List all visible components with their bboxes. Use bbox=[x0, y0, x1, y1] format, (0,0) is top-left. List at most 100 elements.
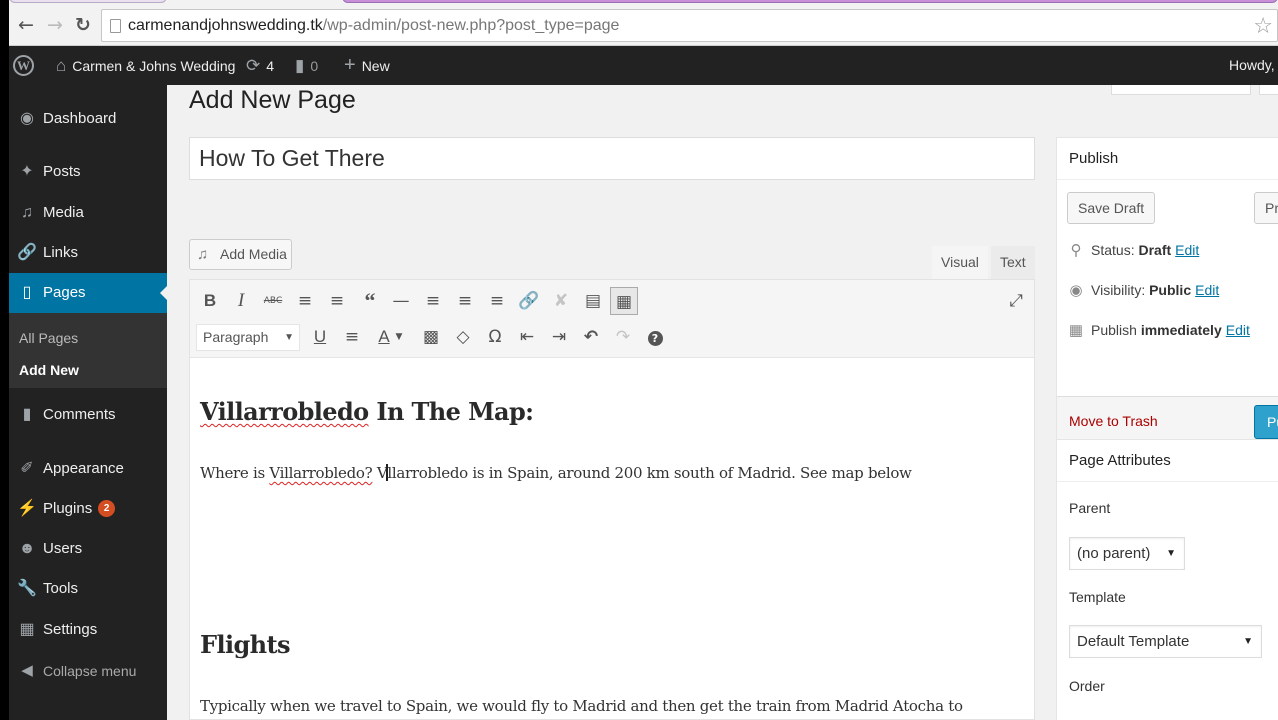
publish-box-title: Publish bbox=[1057, 138, 1278, 180]
justify-icon[interactable]: ≡ bbox=[338, 323, 366, 351]
indent-icon[interactable]: ⇥ bbox=[545, 323, 573, 351]
brush-icon: ✐ bbox=[20, 460, 34, 477]
edit-publish-time-link[interactable]: Edit bbox=[1226, 322, 1250, 338]
blockquote-icon[interactable]: “ bbox=[356, 287, 384, 315]
help-tab[interactable] bbox=[1259, 85, 1278, 95]
outdent-icon[interactable]: ⇤ bbox=[513, 323, 541, 351]
bold-icon[interactable]: B bbox=[196, 287, 224, 315]
url-text: carmenandjohnswedding.tk/wp-admin/post-n… bbox=[128, 17, 620, 34]
toolbar-toggle-icon[interactable]: ▦ bbox=[610, 287, 638, 315]
reload-icon[interactable]: ↻ bbox=[72, 14, 94, 36]
edit-visibility-link[interactable]: Edit bbox=[1195, 282, 1219, 298]
sidebar-item-tools[interactable]: 🔧 Tools bbox=[9, 569, 167, 609]
edit-status-link[interactable]: Edit bbox=[1175, 242, 1199, 258]
wordpress-logo-icon[interactable]: W bbox=[13, 55, 34, 76]
paste-text-icon[interactable]: ▩ bbox=[417, 323, 445, 351]
calendar-icon: ▦ bbox=[1068, 322, 1084, 339]
sidebar-item-links[interactable]: 🔗 Links bbox=[9, 233, 167, 273]
browser-tab[interactable] bbox=[9, 0, 167, 3]
settings-icon: ▦ bbox=[19, 621, 35, 638]
italic-icon[interactable]: I bbox=[227, 287, 255, 315]
content-paragraph: Where is Villarrobledo? Vllarrobledo is … bbox=[200, 464, 912, 482]
tab-text[interactable]: Text bbox=[991, 246, 1035, 279]
move-to-trash-link[interactable]: Move to Trash bbox=[1069, 413, 1158, 429]
admin-bar-comments[interactable]: ▮ 0 bbox=[295, 46, 318, 85]
sidebar-item-posts[interactable]: ✦ Posts bbox=[9, 152, 167, 192]
sidebar-item-media[interactable]: ♫ Media bbox=[9, 193, 167, 233]
page-attributes-box: Page Attributes Parent (no parent) ▼ Temp… bbox=[1056, 439, 1278, 720]
page-attributes-title: Page Attributes bbox=[1057, 440, 1278, 482]
horizontal-line-icon[interactable]: — bbox=[387, 287, 415, 315]
link-icon[interactable]: 🔗 bbox=[515, 287, 543, 315]
post-title-input[interactable]: How To Get There bbox=[189, 137, 1035, 180]
collapse-menu-button[interactable]: ◀ Collapse menu bbox=[9, 651, 167, 691]
align-left-icon[interactable]: ≡ bbox=[419, 287, 447, 315]
content-editor: B I ABC ≡ ≡ “ — ≡ ≡ ≡ 🔗 ✘ ▤ ▦ ⤢ Paragrap… bbox=[189, 279, 1035, 720]
read-more-icon[interactable]: ▤ bbox=[579, 287, 607, 315]
sidebar-item-users[interactable]: ☻ Users bbox=[9, 529, 167, 569]
submenu-all-pages[interactable]: All Pages bbox=[19, 330, 78, 346]
spelling-error: Villarrobledo? bbox=[269, 464, 373, 482]
save-draft-button[interactable]: Save Draft bbox=[1067, 192, 1156, 224]
star-icon[interactable]: ☆ bbox=[1253, 14, 1273, 39]
template-select[interactable]: Default Template ▼ bbox=[1069, 625, 1262, 658]
submenu-add-new[interactable]: Add New bbox=[19, 362, 79, 378]
browser-tab-active[interactable] bbox=[342, 0, 1278, 3]
wrench-icon: 🔧 bbox=[17, 580, 37, 597]
fullscreen-icon[interactable]: ⤢ bbox=[1002, 287, 1030, 315]
undo-icon[interactable]: ↶ bbox=[577, 323, 605, 351]
special-character-icon[interactable]: Ω bbox=[481, 323, 509, 351]
forward-arrow-icon[interactable]: → bbox=[44, 14, 66, 36]
preview-button[interactable]: Preview bbox=[1254, 192, 1278, 224]
admin-bar: W ⌂ Carmen & Johns Wedding ⟳ 4 ▮ 0 + New How… bbox=[9, 46, 1278, 85]
align-center-icon[interactable]: ≡ bbox=[451, 287, 479, 315]
pages-icon: ▯ bbox=[22, 284, 32, 301]
unlink-icon[interactable]: ✘ bbox=[547, 287, 575, 315]
admin-bar-new[interactable]: + New bbox=[344, 46, 390, 85]
text-color-dropdown-icon[interactable]: ▼ bbox=[392, 323, 406, 351]
parent-select[interactable]: (no parent) ▼ bbox=[1069, 537, 1185, 570]
updates-icon: ⟳ bbox=[246, 56, 261, 75]
publish-button[interactable]: Publish bbox=[1254, 405, 1278, 439]
plus-icon: + bbox=[344, 54, 356, 76]
eye-icon: ◉ bbox=[1069, 282, 1083, 299]
strikethrough-icon[interactable]: ABC bbox=[259, 287, 287, 315]
sidebar-item-plugins[interactable]: ⚡ Plugins 2 bbox=[9, 489, 167, 529]
publish-time: ▦ Publish immediately Edit bbox=[1068, 322, 1250, 339]
media-icon: ♫ bbox=[197, 246, 209, 263]
align-right-icon[interactable]: ≡ bbox=[483, 287, 511, 315]
admin-bar-updates[interactable]: ⟳ 4 bbox=[246, 46, 274, 85]
link-icon: 🔗 bbox=[17, 244, 37, 261]
sidebar-item-appearance[interactable]: ✐ Appearance bbox=[9, 449, 167, 489]
tab-visual[interactable]: Visual bbox=[932, 246, 988, 279]
admin-bar-site-name[interactable]: ⌂ Carmen & Johns Wedding bbox=[56, 46, 235, 85]
help-icon[interactable]: ? bbox=[641, 323, 669, 351]
sidebar-item-comments[interactable]: ▮ Comments bbox=[9, 395, 167, 435]
back-arrow-icon[interactable]: ← bbox=[15, 14, 37, 36]
comment-icon: ▮ bbox=[22, 406, 32, 423]
media-icon: ♫ bbox=[21, 204, 33, 221]
numbered-list-icon[interactable]: ≡ bbox=[323, 287, 351, 315]
parent-label: Parent bbox=[1069, 500, 1111, 516]
bulleted-list-icon[interactable]: ≡ bbox=[291, 287, 319, 315]
plug-icon: ⚡ bbox=[17, 500, 37, 517]
sidebar-item-pages[interactable]: ▯ Pages bbox=[9, 273, 167, 313]
underline-icon[interactable]: U bbox=[306, 323, 334, 351]
redo-icon[interactable]: ↷ bbox=[609, 323, 637, 351]
screen-options-tab[interactable] bbox=[1111, 85, 1251, 95]
address-bar[interactable]: carmenandjohnswedding.tk/wp-admin/post-n… bbox=[101, 9, 1278, 42]
clear-formatting-icon[interactable]: ◇ bbox=[449, 323, 477, 351]
spelling-error: Villarrobledo bbox=[200, 397, 369, 426]
format-select[interactable]: Paragraph ▼ bbox=[196, 324, 300, 351]
browser-window: ← → ↻ carmenandjohnswedding.tk/wp-admin/… bbox=[9, 0, 1278, 720]
content-paragraph: Typically when we travel to Spain, we wo… bbox=[200, 697, 963, 715]
pages-submenu: All Pages Add New bbox=[9, 313, 167, 388]
add-media-button[interactable]: ♫ Add Media bbox=[189, 239, 292, 270]
plugins-update-badge: 2 bbox=[98, 500, 116, 517]
publish-box: Publish Save Draft Preview ⚲Status: Draf… bbox=[1056, 137, 1278, 446]
sidebar-item-dashboard[interactable]: ◉ Dashboard bbox=[9, 99, 167, 139]
user-icon: ☻ bbox=[18, 540, 36, 557]
order-label: Order bbox=[1069, 678, 1105, 694]
admin-bar-account[interactable]: Howdy, bbox=[1229, 46, 1275, 85]
sidebar-item-settings[interactable]: ▦ Settings bbox=[9, 610, 167, 650]
